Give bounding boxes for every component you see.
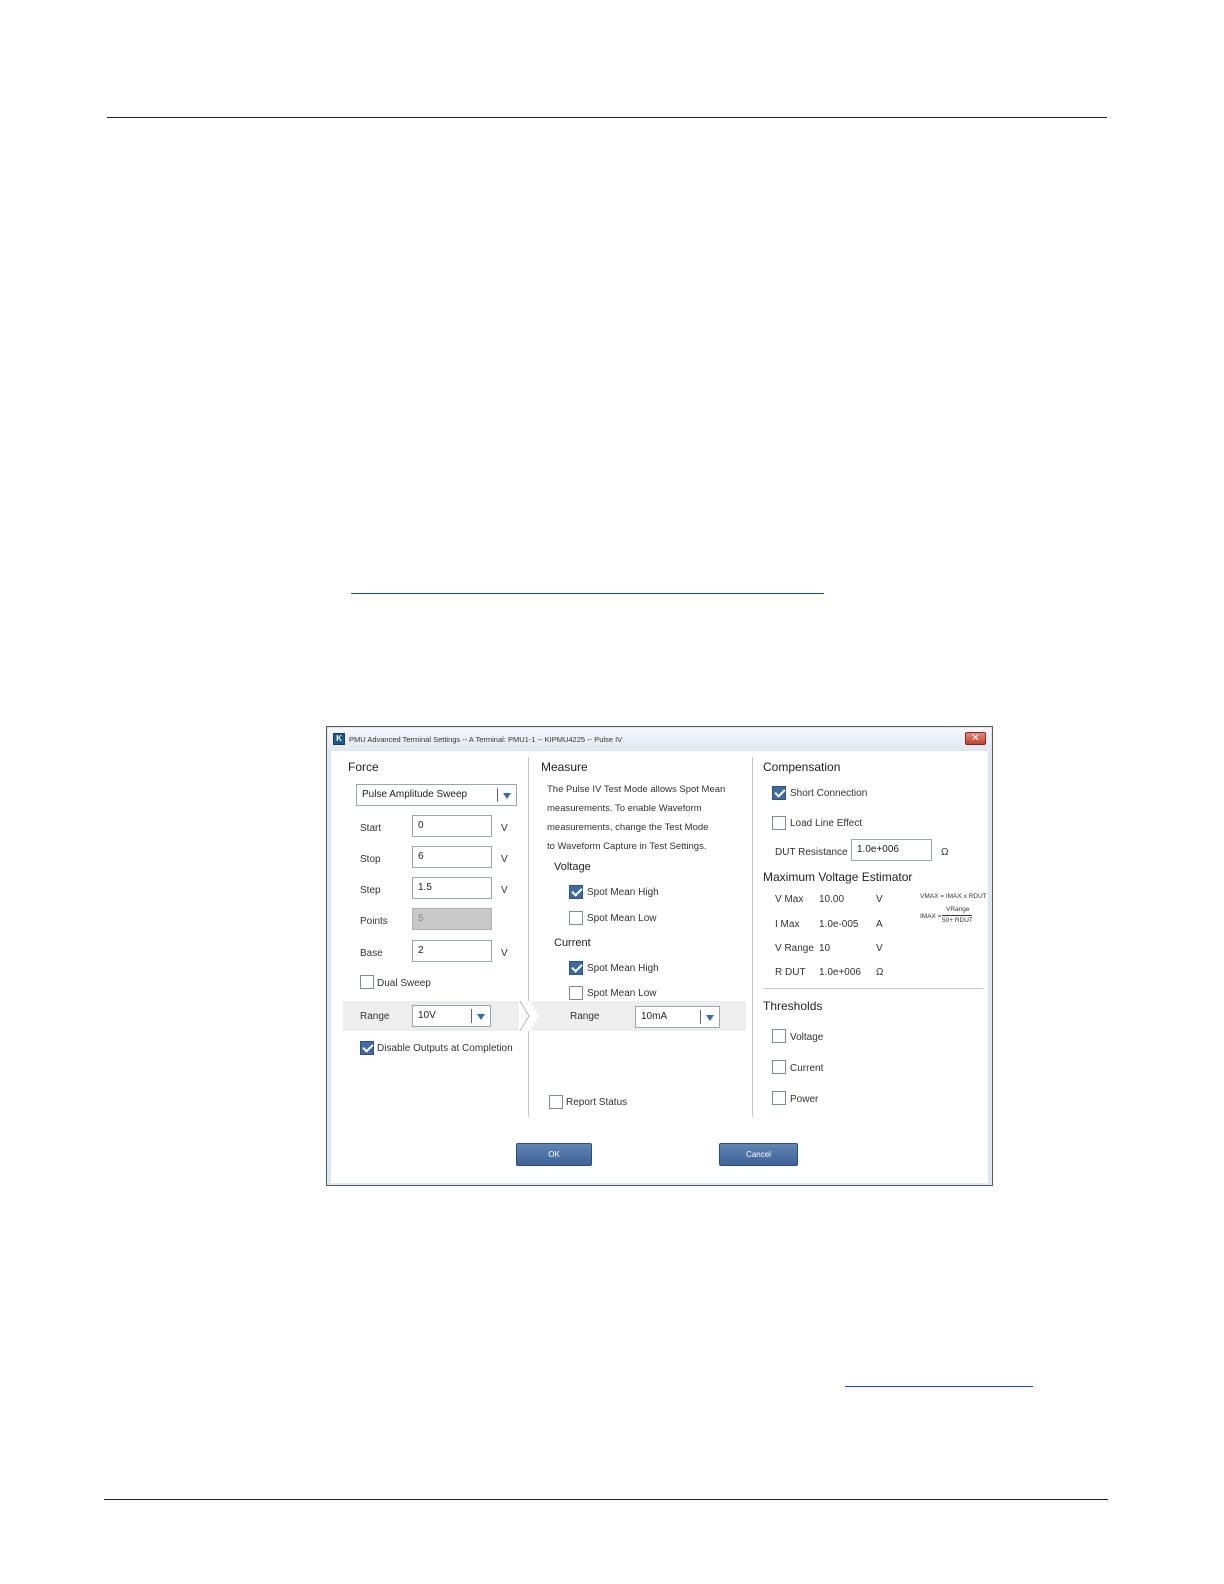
vmax-formula: VMAX = IMAX x RDUT bbox=[920, 893, 987, 900]
base-unit: V bbox=[501, 948, 508, 959]
dut-resistance-label: DUT Resistance bbox=[775, 847, 848, 858]
estimator-row-label: V Range bbox=[775, 943, 814, 954]
disable-outputs-label: Disable Outputs at Completion bbox=[377, 1043, 513, 1054]
select-separator bbox=[700, 1010, 701, 1024]
select-separator bbox=[471, 1009, 472, 1023]
app-icon: K bbox=[333, 733, 345, 745]
dual-sweep-checkbox[interactable] bbox=[360, 975, 374, 989]
voltage-spot-mean-high-checkbox[interactable] bbox=[569, 885, 583, 899]
load-line-effect-label: Load Line Effect bbox=[790, 818, 863, 829]
imax-formula-numerator: VRange bbox=[946, 906, 970, 913]
force-header: Force bbox=[348, 760, 379, 774]
load-line-effect-checkbox[interactable] bbox=[772, 816, 786, 830]
chevron-down-icon[interactable] bbox=[503, 793, 511, 799]
threshold-current-label: Current bbox=[790, 1063, 824, 1074]
threshold-voltage-label: Voltage bbox=[790, 1032, 824, 1043]
current-header: Current bbox=[554, 937, 591, 949]
measure-range-value: 10mA bbox=[641, 1011, 668, 1022]
force-mode-value: Pulse Amplitude Sweep bbox=[362, 789, 468, 800]
stop-input[interactable]: 6 bbox=[412, 846, 492, 868]
estimator-row-unit: V bbox=[876, 943, 883, 954]
measure-info-line-1: The Pulse IV Test Mode allows Spot Mean bbox=[547, 784, 726, 795]
compensation-header: Compensation bbox=[763, 760, 841, 774]
current-spot-mean-low-label: Spot Mean Low bbox=[587, 988, 657, 999]
voltage-spot-mean-low-label: Spot Mean Low bbox=[587, 913, 657, 924]
measure-info-line-2: measurements. To enable Waveform bbox=[547, 803, 702, 814]
base-label: Base bbox=[360, 948, 383, 959]
force-range-value: 10V bbox=[418, 1010, 436, 1021]
ok-button[interactable]: OK bbox=[516, 1143, 592, 1166]
estimator-row-unit: A bbox=[876, 919, 883, 930]
cancel-button[interactable]: Cancel bbox=[719, 1143, 798, 1166]
dialog-content: Force Pulse Amplitude Sweep Start 0 V St… bbox=[331, 751, 988, 1183]
step-unit: V bbox=[501, 885, 508, 896]
dut-resistance-input[interactable]: 1.0e+006 bbox=[851, 839, 932, 861]
voltage-spot-mean-high-label: Spot Mean High bbox=[587, 887, 659, 898]
voltage-header: Voltage bbox=[554, 861, 591, 873]
step-label: Step bbox=[360, 885, 381, 896]
estimator-row-unit: Ω bbox=[876, 967, 884, 978]
report-status-label: Report Status bbox=[566, 1097, 628, 1108]
estimator-row-value: 1.0e-005 bbox=[819, 919, 859, 930]
estimator-row-value: 1.0e+006 bbox=[819, 967, 861, 978]
header-rule bbox=[107, 117, 1107, 118]
estimator-row-label: I Max bbox=[775, 919, 800, 930]
estimator-row-label: R DUT bbox=[775, 967, 806, 978]
start-unit: V bbox=[501, 823, 508, 834]
imax-formula-lhs: IMAX = bbox=[920, 913, 942, 920]
force-mode-select[interactable]: Pulse Amplitude Sweep bbox=[356, 784, 517, 806]
disable-outputs-checkbox[interactable] bbox=[360, 1041, 374, 1055]
measure-header: Measure bbox=[541, 760, 588, 774]
threshold-power-checkbox[interactable] bbox=[772, 1091, 786, 1105]
window-title: PMU Advanced Terminal Settings -- A Term… bbox=[349, 734, 623, 744]
start-label: Start bbox=[360, 823, 382, 834]
estimator-row-unit: V bbox=[876, 894, 883, 905]
estimator-row-label: V Max bbox=[775, 894, 804, 905]
column-divider-right bbox=[752, 757, 753, 1117]
dual-sweep-label: Dual Sweep bbox=[377, 978, 431, 989]
estimator-row-value: 10.00 bbox=[819, 894, 845, 905]
short-connection-checkbox[interactable] bbox=[772, 786, 786, 800]
force-range-label: Range bbox=[360, 1011, 390, 1022]
short-connection-label: Short Connection bbox=[790, 788, 868, 799]
stop-label: Stop bbox=[360, 854, 381, 865]
footer-rule bbox=[104, 1499, 1108, 1500]
threshold-current-checkbox[interactable] bbox=[772, 1060, 786, 1074]
column-divider-left bbox=[528, 757, 529, 1117]
start-input[interactable]: 0 bbox=[412, 815, 492, 837]
chevron-down-icon[interactable] bbox=[477, 1014, 485, 1020]
voltage-spot-mean-low-checkbox[interactable] bbox=[569, 911, 583, 925]
step-input[interactable]: 1.5 bbox=[412, 877, 492, 899]
imax-formula-denominator: 50+ RDUT bbox=[942, 917, 973, 924]
points-label: Points bbox=[360, 916, 388, 927]
close-button[interactable]: ✕ bbox=[965, 732, 986, 745]
hyperlink-underline-1[interactable] bbox=[351, 593, 824, 594]
base-input[interactable]: 2 bbox=[412, 940, 492, 962]
threshold-voltage-checkbox[interactable] bbox=[772, 1029, 786, 1043]
estimator-row-value: 10 bbox=[819, 943, 831, 954]
hyperlink-underline-2[interactable] bbox=[845, 1386, 1033, 1387]
current-spot-mean-low-checkbox[interactable] bbox=[569, 986, 583, 1000]
stop-unit: V bbox=[501, 854, 508, 865]
estimator-header: Maximum Voltage Estimator bbox=[763, 870, 913, 884]
force-range-select[interactable]: 10V bbox=[412, 1005, 491, 1027]
current-spot-mean-high-checkbox[interactable] bbox=[569, 961, 583, 975]
thresholds-header: Thresholds bbox=[763, 999, 823, 1013]
measure-info-line-4: to Waveform Capture in Test Settings. bbox=[547, 841, 707, 852]
pmu-advanced-terminal-settings-dialog: K PMU Advanced Terminal Settings -- A Te… bbox=[326, 726, 993, 1186]
fraction-bar bbox=[942, 915, 972, 916]
current-spot-mean-high-label: Spot Mean High bbox=[587, 963, 659, 974]
chevron-down-icon[interactable] bbox=[706, 1015, 714, 1021]
thresholds-divider bbox=[763, 988, 983, 989]
measure-range-label: Range bbox=[570, 1011, 600, 1022]
dut-resistance-unit: Ω bbox=[941, 847, 949, 858]
select-separator bbox=[497, 788, 498, 802]
range-band-chevron bbox=[519, 1001, 539, 1031]
measure-range-select[interactable]: 10mA bbox=[635, 1006, 720, 1028]
report-status-checkbox[interactable] bbox=[549, 1095, 563, 1109]
points-input: 5 bbox=[412, 908, 492, 930]
title-bar[interactable]: K PMU Advanced Terminal Settings -- A Te… bbox=[328, 728, 991, 750]
threshold-power-label: Power bbox=[790, 1094, 819, 1105]
measure-info-line-3: measurements, change the Test Mode bbox=[547, 822, 709, 833]
